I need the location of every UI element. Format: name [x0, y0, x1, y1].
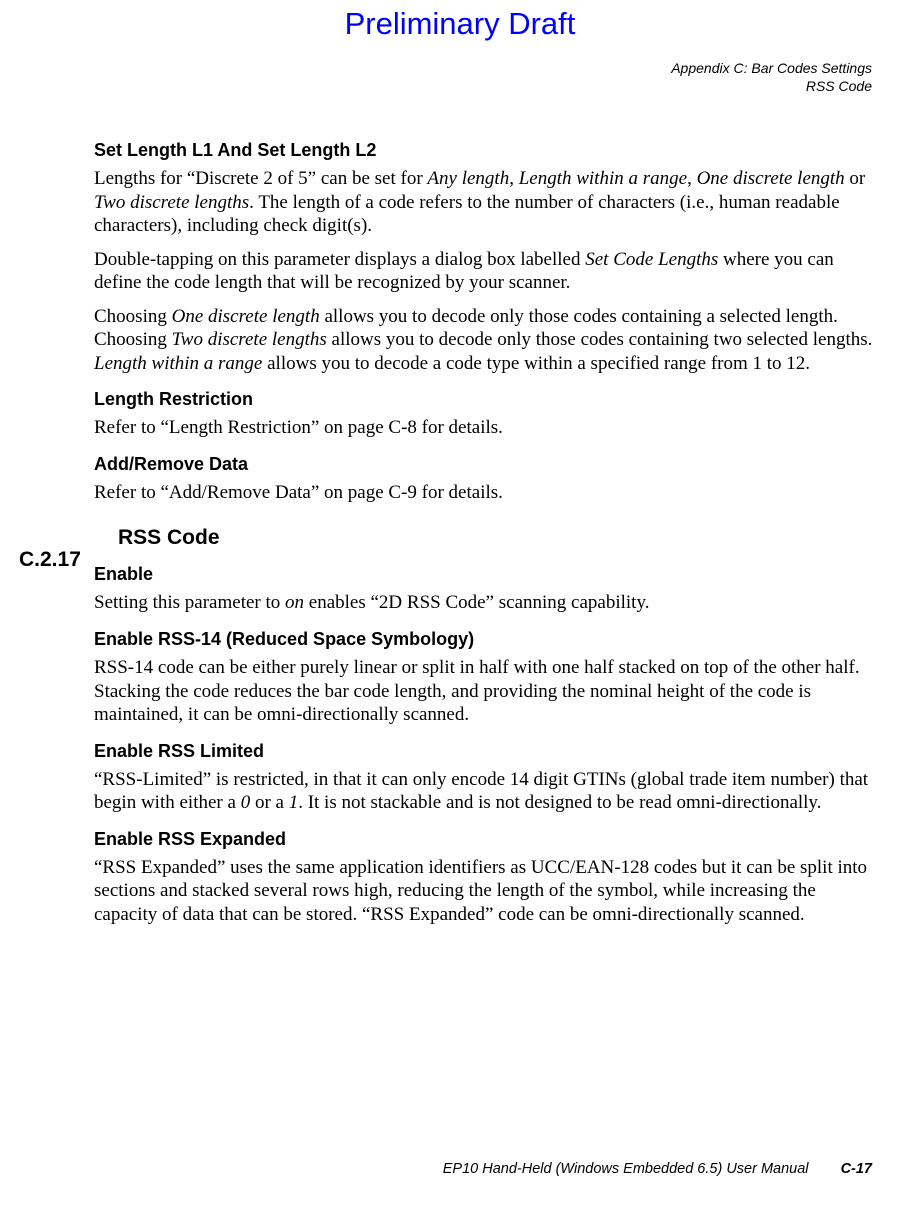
watermark-draft: Preliminary Draft	[0, 6, 920, 42]
section-number: C.2.17	[19, 548, 81, 572]
term-length-range-2: Length within a range	[94, 353, 262, 374]
text: Lengths for “Discrete 2 of 5” can be set…	[94, 168, 427, 189]
para-enable-rss-expanded: “RSS Expanded” uses the same application…	[94, 856, 874, 927]
term-length-range: Length within a range	[519, 168, 687, 189]
term-zero: 0	[241, 792, 251, 813]
para-enable: Setting this parameter to on enables “2D…	[94, 591, 874, 615]
heading-set-length: Set Length L1 And Set Length L2	[94, 140, 874, 161]
text: allows you to decode a code type within …	[262, 353, 810, 374]
footer-manual-title: EP10 Hand-Held (Windows Embedded 6.5) Us…	[443, 1161, 809, 1177]
term-one: 1	[289, 792, 299, 813]
para-enable-rss14: RSS-14 code can be either purely linear …	[94, 656, 874, 727]
term-set-code-lengths: Set Code Lengths	[585, 249, 718, 270]
text: or a	[250, 792, 289, 813]
text: ,	[509, 168, 519, 189]
section-title-rss-code: RSS Code	[118, 526, 874, 550]
heading-add-remove-data: Add/Remove Data	[94, 454, 874, 475]
header-appendix: Appendix C: Bar Codes Settings	[671, 60, 872, 78]
heading-enable-rss14: Enable RSS-14 (Reduced Space Symbology)	[94, 629, 874, 650]
para-add-remove-data: Refer to “Add/Remove Data” on page C-9 f…	[94, 481, 874, 505]
term-one-discrete: One discrete length	[697, 168, 845, 189]
text: Choosing	[94, 306, 172, 327]
text: . It is not stackable and is not designe…	[298, 792, 821, 813]
term-two-discrete: Two discrete lengths	[94, 192, 249, 213]
heading-enable-rss-limited: Enable RSS Limited	[94, 741, 874, 762]
header-section: RSS Code	[671, 78, 872, 96]
document-page: Preliminary Draft Appendix C: Bar Codes …	[0, 0, 920, 1209]
para-set-length-3: Choosing One discrete length allows you …	[94, 305, 874, 376]
para-length-restriction: Refer to “Length Restriction” on page C-…	[94, 416, 874, 440]
para-set-length-2: Double-tapping on this parameter display…	[94, 248, 874, 295]
running-header: Appendix C: Bar Codes Settings RSS Code	[671, 60, 872, 95]
para-set-length-1: Lengths for “Discrete 2 of 5” can be set…	[94, 167, 874, 238]
heading-enable: Enable	[94, 564, 874, 585]
text: enables “2D RSS Code” scanning capabilit…	[304, 592, 649, 613]
text: ,	[687, 168, 697, 189]
term-on: on	[285, 592, 304, 613]
text: Setting this parameter to	[94, 592, 285, 613]
footer-page-number: C-17	[841, 1161, 872, 1177]
page-footer: EP10 Hand-Held (Windows Embedded 6.5) Us…	[0, 1161, 920, 1177]
text: allows you to decode only those codes co…	[327, 329, 873, 350]
page-content: Set Length L1 And Set Length L2 Lengths …	[94, 126, 874, 936]
term-two-discrete-2: Two discrete lengths	[172, 329, 327, 350]
term-any-length: Any length	[427, 168, 509, 189]
text: Double-tapping on this parameter display…	[94, 249, 585, 270]
text: or	[845, 168, 866, 189]
heading-length-restriction: Length Restriction	[94, 389, 874, 410]
heading-enable-rss-expanded: Enable RSS Expanded	[94, 829, 874, 850]
term-one-discrete-2: One discrete length	[172, 306, 320, 327]
para-enable-rss-limited: “RSS-Limited” is restricted, in that it …	[94, 768, 874, 815]
